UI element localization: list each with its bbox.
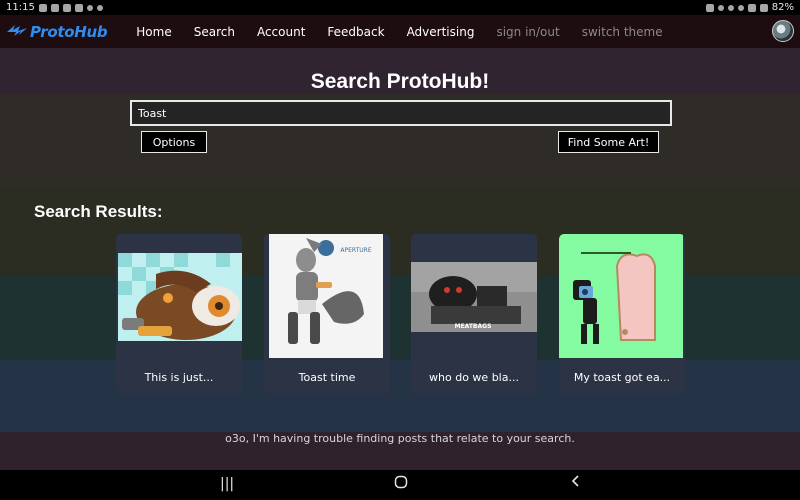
nav-link-home[interactable]: Home: [125, 25, 182, 39]
system-navigation-bar: |||: [0, 470, 800, 500]
result-caption: This is just...: [144, 370, 214, 384]
options-button[interactable]: Options: [141, 131, 207, 153]
no-results-message: o3o, I'm having trouble finding posts th…: [225, 432, 575, 445]
result-caption: who do we bla...: [429, 370, 519, 384]
nav-link-feedback[interactable]: Feedback: [316, 25, 395, 39]
find-art-button[interactable]: Find Some Art!: [558, 131, 659, 153]
result-thumbnail: MEATBAGS: [411, 234, 537, 360]
mute-icon: [727, 4, 734, 11]
top-navbar: ProtoHub Home Search Account Feedback Ad…: [0, 15, 800, 48]
bluetooth-icon: [717, 4, 724, 11]
nav-link-advertising[interactable]: Advertising: [396, 25, 486, 39]
art-toast-character-icon: [116, 234, 242, 360]
signal-icon: [759, 3, 768, 12]
recents-icon[interactable]: |||: [220, 476, 234, 492]
nav-link-search[interactable]: Search: [183, 25, 246, 39]
status-bar: 11:15 82%: [0, 0, 800, 15]
location-icon: [737, 4, 744, 11]
home-icon[interactable]: [394, 475, 408, 493]
results-title: Search Results:: [34, 202, 163, 221]
result-caption: My toast got ea...: [573, 370, 671, 384]
notification-icon: [50, 3, 59, 12]
aperture-logo-text: APERTURE: [340, 247, 371, 254]
avatar[interactable]: [772, 20, 794, 42]
home-circle-icon: [394, 475, 408, 489]
search-input[interactable]: [130, 100, 672, 126]
wifi-icon: [747, 3, 756, 12]
battery-level: 82%: [771, 2, 794, 13]
meatbags-caption-text: MEATBAGS: [455, 323, 492, 330]
back-icon[interactable]: [570, 474, 582, 492]
brand-name: ProtoHub: [30, 22, 108, 41]
art-meatbags-icon: MEATBAGS: [411, 234, 537, 360]
result-caption: Toast time: [298, 370, 356, 384]
result-card[interactable]: My toast got ea...: [559, 234, 685, 394]
pinwheel-icon: [96, 4, 103, 11]
art-toast-eaten-icon: [559, 234, 683, 358]
twitter-icon: [74, 3, 83, 12]
result-card[interactable]: This is just...: [116, 234, 242, 394]
link-icon: [705, 3, 714, 12]
page-title: Search ProtoHub!: [310, 70, 490, 93]
result-card[interactable]: MEATBAGS who do we bla...: [411, 234, 537, 394]
notification-icon: [38, 3, 47, 12]
status-right: 82%: [705, 2, 794, 13]
brand-logo[interactable]: ProtoHub: [6, 22, 108, 41]
result-thumbnail: APERTURE: [264, 234, 390, 360]
nav-link-sign-in-out[interactable]: sign in/out: [485, 25, 570, 39]
result-card[interactable]: APERTURE Toast time: [264, 234, 390, 394]
art-protogen-toast-icon: APERTURE: [264, 234, 390, 360]
result-thumbnail: [116, 234, 242, 360]
result-thumbnail: [559, 234, 685, 360]
paw-icon: [86, 4, 93, 11]
status-time: 11:15: [6, 2, 35, 13]
status-left: 11:15: [6, 2, 103, 13]
protohub-logo-icon: [7, 24, 27, 36]
notification-icon: [62, 3, 71, 12]
nav-link-account[interactable]: Account: [246, 25, 316, 39]
nav-links: Home Search Account Feedback Advertising…: [125, 25, 673, 39]
back-chevron-icon: [571, 475, 579, 487]
nav-link-switch-theme[interactable]: switch theme: [571, 25, 674, 39]
